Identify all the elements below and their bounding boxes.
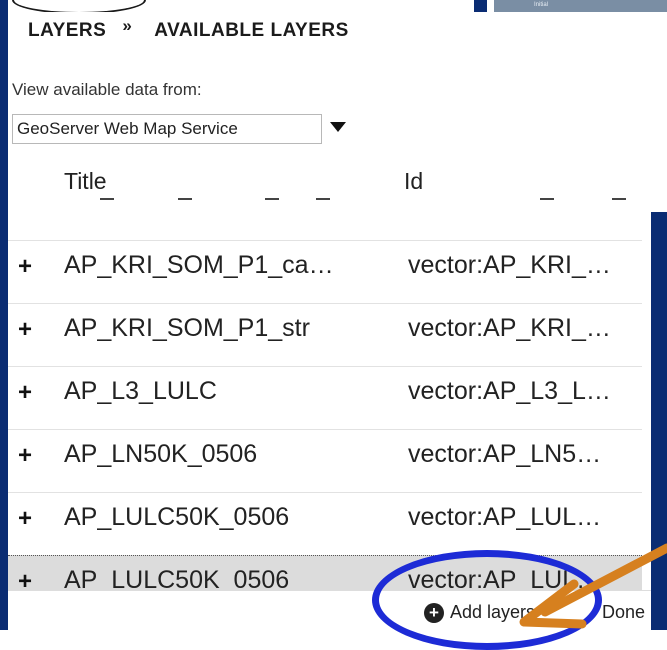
source-select-value: GeoServer Web Map Service xyxy=(17,119,238,138)
plus-icon[interactable]: + xyxy=(18,318,34,342)
layer-title: AP_LN50K_0506 xyxy=(64,440,258,468)
plus-icon[interactable]: + xyxy=(18,255,34,279)
layer-id: vector:AP_KRI_… xyxy=(408,314,611,342)
plus-icon[interactable]: + xyxy=(18,381,34,405)
layer-title: AP_LULC50K_0506 xyxy=(64,503,290,531)
done-button[interactable]: Done xyxy=(602,602,645,623)
available-layers-panel: LAYERS » AVAILABLE LAYERS View available… xyxy=(8,12,651,631)
layer-id: vector:AP_LUL… xyxy=(408,503,602,531)
caret-down-icon[interactable] xyxy=(330,122,346,132)
add-layers-label: Add layers xyxy=(450,602,536,622)
frame-left-border xyxy=(0,0,8,630)
table-row[interactable]: + AP_KRI_SOM_P1_ca… vector:AP_KRI_… xyxy=(8,240,642,303)
table-row[interactable]: + AP_LULC50K_0506 vector:AP_LUL… xyxy=(8,492,642,555)
source-label: View available data from: xyxy=(12,80,202,99)
layer-title: AP_KRI_SOM_P1_ca… xyxy=(64,251,334,279)
layer-id: vector:AP_LN5… xyxy=(408,440,602,468)
plus-circle-icon: + xyxy=(424,602,444,623)
frame-right-border xyxy=(651,212,667,630)
plus-icon[interactable]: + xyxy=(18,444,34,468)
plus-icon[interactable]: + xyxy=(18,507,34,531)
source-select[interactable]: GeoServer Web Map Service xyxy=(12,114,322,144)
column-resize-dash xyxy=(612,198,626,200)
frame-divider xyxy=(474,0,487,12)
breadcrumb-layers-link[interactable]: LAYERS xyxy=(28,20,106,42)
column-resize-dash xyxy=(540,198,554,200)
plus-icon[interactable]: + xyxy=(18,570,34,594)
column-resize-dash xyxy=(316,198,330,200)
breadcrumb-current: AVAILABLE LAYERS xyxy=(154,20,349,41)
column-resize-dash xyxy=(265,198,279,200)
column-header-id[interactable]: Id xyxy=(404,168,423,195)
layer-title: AP_KRI_SOM_P1_str xyxy=(64,314,310,342)
table-row[interactable]: + AP_LN50K_0506 vector:AP_LN5… xyxy=(8,429,642,492)
add-layers-button[interactable]: + Add layers xyxy=(424,602,535,623)
background-thumbnail: Initial xyxy=(494,0,667,12)
layers-table-body: + AP_KRI_SOM_P1_ca… vector:AP_KRI_… + AP… xyxy=(8,240,642,618)
table-row[interactable]: + AP_L3_LULC vector:AP_L3_L… xyxy=(8,366,642,429)
background-thumbnail-label: Initial xyxy=(534,2,549,8)
breadcrumb-separator: » xyxy=(122,16,133,35)
layer-id: vector:AP_KRI_… xyxy=(408,251,611,279)
layer-title: AP_L3_LULC xyxy=(64,377,217,405)
layer-id: vector:AP_L3_L… xyxy=(408,377,611,405)
panel-footer: + Add layers Done xyxy=(8,590,651,631)
background-strip: Initial xyxy=(0,0,667,14)
breadcrumb: LAYERS » AVAILABLE LAYERS xyxy=(28,16,349,42)
table-row[interactable]: + AP_KRI_SOM_P1_str vector:AP_KRI_… xyxy=(8,303,642,366)
column-header-title[interactable]: Title xyxy=(64,168,107,195)
column-resize-dash xyxy=(100,198,114,200)
column-resize-dash xyxy=(178,198,192,200)
